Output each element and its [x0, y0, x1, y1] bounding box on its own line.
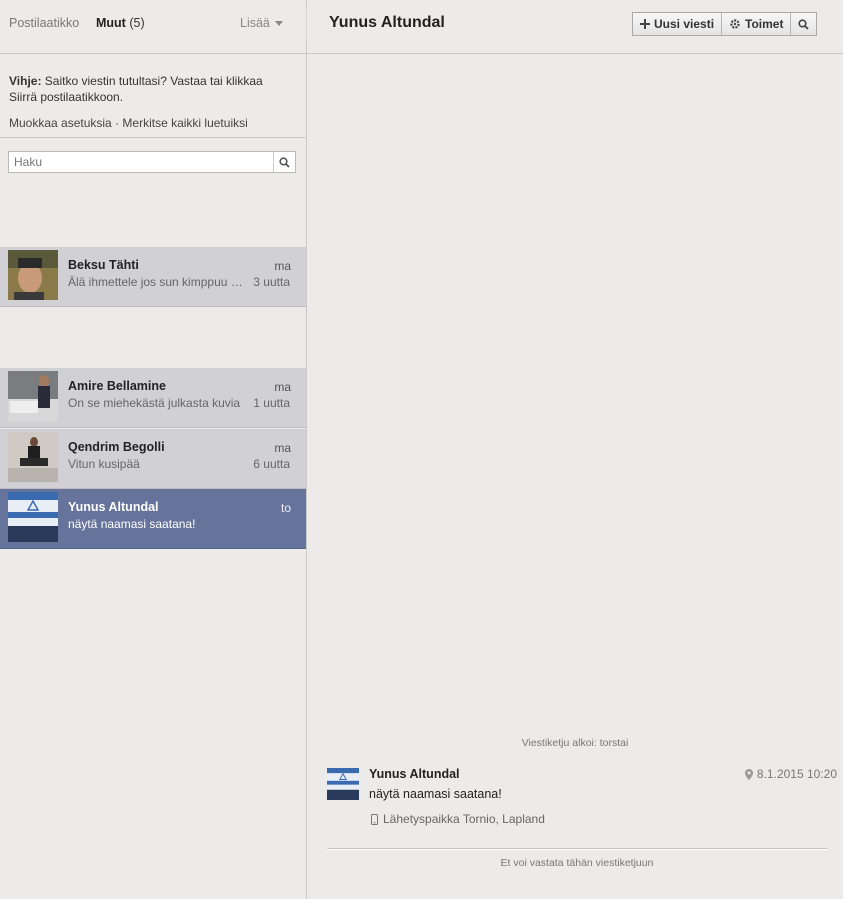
tip-links: Muokkaa asetuksia · Merkitse kaikki luet… — [9, 116, 248, 130]
tip-text: Vihje: Saitko viestin tutultasi? Vastaa … — [9, 73, 294, 105]
thread-snippet: Vitun kusipää — [68, 457, 140, 471]
tip-body: Saitko viestin tutultasi? Vastaa tai kli… — [9, 74, 263, 104]
link-separator: · — [111, 116, 123, 130]
toolbar: Uusi viesti Toimet — [632, 12, 818, 36]
conversation-search-button[interactable] — [791, 13, 816, 35]
thread-name: Amire Bellamine — [68, 379, 166, 393]
location-pin-icon — [744, 768, 753, 780]
avatar — [327, 768, 359, 800]
plus-icon — [640, 19, 650, 29]
gear-icon — [730, 19, 740, 29]
tab-other-count: (5) — [129, 16, 145, 30]
search-button[interactable] — [273, 152, 295, 172]
search-input[interactable] — [9, 152, 273, 172]
tab-other[interactable]: Muut (5) — [96, 16, 145, 30]
tab-inbox[interactable]: Postilaatikko — [9, 16, 79, 30]
thread-day: ma — [274, 380, 291, 394]
message-location: Lähetyspaikka Tornio, Lapland — [371, 812, 545, 826]
avatar — [8, 492, 58, 542]
header-separator — [306, 6, 307, 40]
search-icon — [798, 18, 810, 30]
edit-settings-link[interactable]: Muokkaa asetuksia — [9, 116, 112, 130]
new-message-button[interactable]: Uusi viesti — [633, 13, 723, 35]
thread-count: 6 uutta — [253, 457, 290, 471]
left-header: Postilaatikko Muut (5) Lisää — [0, 0, 306, 46]
thread-item[interactable]: Amire Bellamine ma On se miehekästä julk… — [0, 368, 306, 428]
message-time: 8.1.2015 10:20 — [744, 767, 837, 781]
message-time-text: 8.1.2015 10:20 — [756, 767, 837, 781]
search-box — [8, 151, 296, 173]
header-divider — [0, 53, 843, 54]
thread-snippet: näytä naamasi saatana! — [68, 517, 196, 531]
thread-day: ma — [274, 441, 291, 455]
thread-count: 3 uutta — [253, 275, 290, 289]
actions-button[interactable]: Toimet — [722, 13, 792, 35]
thread-day: ma — [274, 259, 291, 273]
thread-item-selected[interactable]: Yunus Altundal to näytä naamasi saatana! — [0, 489, 306, 549]
thread-snippet: On se miehekästä julkasta kuvia — [68, 396, 241, 410]
message-sender[interactable]: Yunus Altundal — [369, 767, 460, 781]
more-dropdown[interactable]: Lisää — [240, 16, 283, 30]
avatar — [8, 432, 58, 482]
thread-name: Beksu Tähti — [68, 258, 139, 272]
mobile-phone-icon — [371, 813, 378, 825]
chevron-down-icon — [274, 21, 283, 27]
thread-snippet: Älä ihmettele jos sun kimppuu hyökätään — [68, 275, 248, 289]
search-icon — [279, 156, 290, 168]
thread-item[interactable]: Beksu Tähti ma Älä ihmettele jos sun kim… — [0, 247, 306, 307]
conversation-title: Yunus Altundal — [329, 14, 445, 31]
thread-start-note: Viestiketju alkoi: torstai — [521, 737, 629, 749]
tab-other-label: Muut — [96, 16, 126, 30]
thread-count: 1 uutta — [253, 396, 290, 410]
thread-name: Qendrim Begolli — [68, 440, 165, 454]
message-location-text: Lähetyspaikka Tornio, Lapland — [383, 812, 545, 826]
mark-all-read-link[interactable]: Merkitse kaikki luetuiksi — [122, 116, 247, 130]
actions-label: Toimet — [745, 17, 784, 31]
new-message-label: Uusi viesti — [654, 17, 715, 31]
tip-label: Vihje: — [9, 74, 42, 88]
avatar — [8, 250, 58, 300]
thread-day: to — [280, 501, 291, 515]
avatar — [8, 371, 58, 421]
cannot-reply-note: Et voi vastata tähän viestiketjuun — [500, 857, 654, 869]
thread-name: Yunus Altundal — [68, 500, 159, 514]
more-label: Lisää — [240, 16, 270, 30]
reply-divider — [327, 848, 827, 850]
tip-divider — [0, 137, 306, 138]
thread-item[interactable]: Qendrim Begolli ma Vitun kusipää 6 uutta — [0, 429, 306, 489]
message-text: näytä naamasi saatana! — [369, 787, 502, 801]
